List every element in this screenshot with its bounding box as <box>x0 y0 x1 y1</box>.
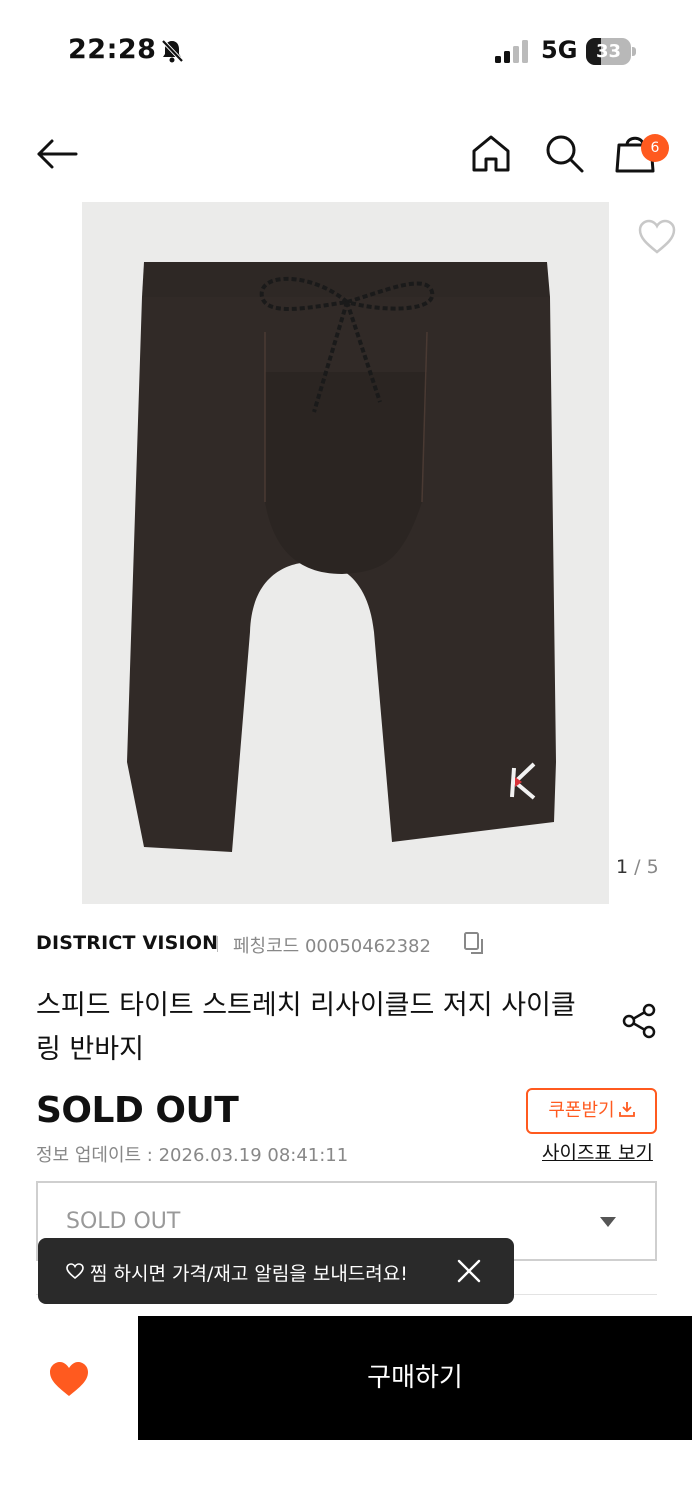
coupon-button-label: 쿠폰받기 <box>548 1100 615 1121</box>
battery-level: 33 <box>595 41 622 62</box>
back-arrow-icon[interactable] <box>34 132 80 176</box>
product-image[interactable] <box>82 202 609 904</box>
brand-name[interactable]: DISTRICT VISION <box>36 932 218 954</box>
toast-message: 찜 하시면 가격/재고 알림을 보내드려요! <box>90 1263 408 1285</box>
close-icon[interactable] <box>456 1258 482 1284</box>
image-counter-total: 5 <box>646 856 659 878</box>
status-bar: 22:28 5G 33 <box>0 0 692 100</box>
network-type: 5G <box>541 36 578 64</box>
image-counter: 1 / 5 <box>616 856 659 878</box>
size-chart-link[interactable]: 사이즈표 보기 <box>542 1138 653 1165</box>
cart-count-badge: 6 <box>641 134 669 162</box>
download-icon <box>618 1102 635 1117</box>
shorts-illustration <box>127 262 556 852</box>
option-select-value: SOLD OUT <box>66 1209 181 1234</box>
dropdown-arrow-icon <box>600 1217 616 1227</box>
product-title: 스피드 타이트 스트레치 리사이클드 저지 사이클링 반바지 <box>36 990 576 1065</box>
wishlist-toast: 찜 하시면 가격/재고 알림을 보내드려요! <box>38 1238 514 1304</box>
battery-icon: 33 <box>586 38 636 65</box>
buy-button[interactable]: 구매하기 <box>138 1316 692 1440</box>
price-status: SOLD OUT <box>36 1090 239 1131</box>
wishlist-heart-icon[interactable] <box>637 218 677 256</box>
copy-icon[interactable] <box>463 931 485 955</box>
status-time: 22:28 <box>68 34 157 65</box>
fetching-code: 페칭코드 00050462382 <box>233 936 431 957</box>
share-icon[interactable] <box>620 1002 658 1040</box>
update-info: 정보 업데이트 : 2026.03.19 08:41:11 <box>36 1145 349 1166</box>
wishlist-heart-filled-icon[interactable] <box>48 1360 90 1398</box>
search-icon[interactable] <box>543 132 585 174</box>
home-icon[interactable] <box>470 132 512 174</box>
heart-outline-icon <box>66 1263 84 1279</box>
bell-muted-icon <box>161 39 184 63</box>
cell-signal-icon <box>495 40 528 63</box>
image-counter-separator: / <box>628 856 647 878</box>
coupon-button[interactable]: 쿠폰받기 <box>526 1088 657 1134</box>
image-counter-current: 1 <box>616 856 629 878</box>
divider <box>217 936 218 952</box>
